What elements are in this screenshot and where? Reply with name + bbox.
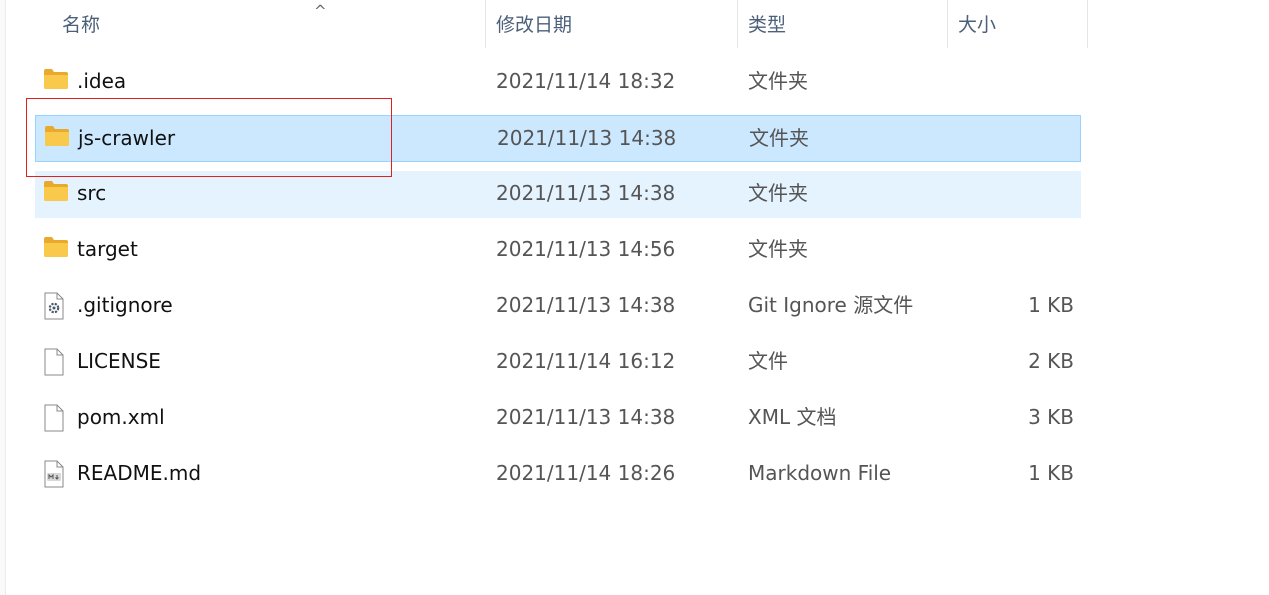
file-type: 文件夹 [748, 237, 808, 261]
file-modified-date: 2021/11/13 14:38 [496, 405, 676, 429]
file-row[interactable]: target 2021/11/13 14:56 文件夹 [35, 227, 1081, 274]
file-type: XML 文档 [748, 405, 837, 429]
file-type: Markdown File [748, 461, 892, 485]
file-row[interactable]: pom.xml 2021/11/13 14:38 XML 文档 3 KB [35, 395, 1081, 442]
folder-icon [43, 180, 71, 208]
file-row[interactable]: js-crawler 2021/11/13 14:38 文件夹 [35, 115, 1081, 162]
file-name: target [77, 237, 138, 261]
folder-icon [43, 236, 71, 264]
sort-ascending-icon: ^ [314, 2, 327, 20]
file-name: pom.xml [77, 405, 165, 429]
file-modified-date: 2021/11/13 14:56 [496, 237, 676, 261]
blank-file-icon [43, 348, 71, 376]
file-modified-date: 2021/11/13 14:38 [496, 293, 676, 317]
file-name: src [77, 181, 107, 205]
column-header-name[interactable]: 名称 ^ [52, 0, 486, 48]
settings-file-icon [43, 292, 71, 320]
file-size: 2 KB [1028, 349, 1074, 373]
file-type: 文件夹 [748, 69, 808, 93]
file-size: 3 KB [1028, 405, 1074, 429]
column-header-type-label: 类型 [748, 14, 787, 36]
file-size: 1 KB [1028, 293, 1074, 317]
file-modified-date: 2021/11/13 14:38 [496, 181, 676, 205]
column-header-size-label: 大小 [958, 14, 997, 36]
column-header-date[interactable]: 修改日期 [486, 0, 738, 48]
file-size: 1 KB [1028, 461, 1074, 485]
file-row[interactable]: README.md 2021/11/14 18:26 Markdown File 1 … [35, 451, 1081, 498]
file-modified-date: 2021/11/14 16:12 [496, 349, 676, 373]
folder-icon [44, 125, 72, 153]
file-type: Git Ignore 源文件 [748, 293, 914, 317]
file-type: 文件夹 [749, 126, 809, 150]
file-row[interactable]: .gitignore 2021/11/13 14:38 Git Ignore 源文件… [35, 283, 1081, 330]
file-row[interactable]: LICENSE 2021/11/14 16:12 文件 2 KB [35, 339, 1081, 386]
column-header-type[interactable]: 类型 [738, 0, 948, 48]
markdown-file-icon [43, 460, 71, 488]
file-type: 文件夹 [748, 181, 808, 205]
file-modified-date: 2021/11/13 14:38 [497, 126, 677, 150]
file-modified-date: 2021/11/14 18:32 [496, 69, 676, 93]
column-header-bar: 名称 ^ 修改日期 类型 大小 [0, 0, 1269, 48]
folder-icon [43, 68, 71, 96]
file-modified-date: 2021/11/14 18:26 [496, 461, 676, 485]
column-header-name-label: 名称 [62, 14, 101, 36]
pane-left-edge [0, 0, 6, 595]
column-header-date-label: 修改日期 [496, 14, 573, 36]
file-name: .idea [77, 69, 127, 93]
file-name: .gitignore [77, 293, 173, 317]
file-name: js-crawler [78, 126, 176, 150]
column-header-size[interactable]: 大小 [948, 0, 1088, 48]
file-name: README.md [77, 461, 202, 485]
file-row[interactable]: .idea 2021/11/14 18:32 文件夹 [35, 59, 1081, 106]
blank-file-icon [43, 404, 71, 432]
file-type: 文件 [748, 349, 788, 373]
file-name: LICENSE [77, 349, 161, 373]
file-row[interactable]: src 2021/11/13 14:38 文件夹 [35, 171, 1081, 218]
